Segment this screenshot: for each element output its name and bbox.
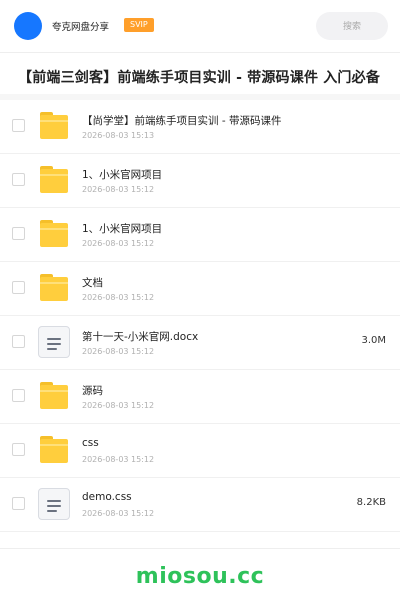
file-name[interactable]: 源码 — [82, 383, 103, 398]
document-icon — [38, 326, 70, 358]
folder-icon — [38, 272, 70, 304]
page-title: 【前端三剑客】前端练手项目实训 - 带源码课件 入门必备 — [18, 70, 381, 86]
folder-icon — [38, 164, 70, 196]
search-button[interactable]: 搜索 — [316, 12, 388, 40]
title-bar: 【前端三剑客】前端练手项目实训 - 带源码课件 入门必备 — [0, 60, 400, 94]
file-row[interactable]: demo.css 2026-08-03 15:12 8.2KB — [0, 478, 400, 532]
file-date: 2026-08-03 15:12 — [82, 347, 155, 356]
file-date: 2026-08-03 15:12 — [82, 401, 155, 410]
header: 夸克网盘分享 SVIP 搜索 — [0, 0, 400, 52]
row-checkbox[interactable] — [12, 443, 25, 456]
row-checkbox[interactable] — [12, 497, 25, 510]
folder-icon — [38, 218, 70, 250]
file-date: 2026-08-03 15:12 — [82, 293, 155, 302]
file-row[interactable]: 1、小米官网项目 2026-08-03 15:12 — [0, 208, 400, 262]
row-checkbox[interactable] — [12, 227, 25, 240]
folder-icon — [38, 110, 70, 142]
file-row[interactable]: 1、小米官网项目 2026-08-03 15:12 — [0, 154, 400, 208]
file-row[interactable]: 文档 2026-08-03 15:12 — [0, 262, 400, 316]
row-checkbox[interactable] — [12, 335, 25, 348]
file-date: 2026-08-03 15:12 — [82, 185, 155, 194]
file-row[interactable]: 源码 2026-08-03 15:12 — [0, 370, 400, 424]
file-name[interactable]: 1、小米官网项目 — [82, 167, 162, 182]
folder-icon — [38, 380, 70, 412]
footer: miosou.cc — [0, 548, 400, 600]
header-divider — [0, 52, 400, 53]
file-name[interactable]: 文档 — [82, 275, 103, 290]
file-name[interactable]: demo.css — [82, 491, 132, 503]
footer-divider — [0, 548, 400, 549]
file-name[interactable]: 【尚学堂】前端练手项目实训 - 带源码课件 — [82, 113, 281, 128]
row-checkbox[interactable] — [12, 389, 25, 402]
file-date: 2026-08-03 15:13 — [82, 131, 155, 140]
row-checkbox[interactable] — [12, 281, 25, 294]
avatar[interactable] — [14, 12, 42, 40]
file-size: 3.0M — [361, 335, 386, 346]
file-name[interactable]: 1、小米官网项目 — [82, 221, 162, 236]
file-name[interactable]: 第十一天-小米官网.docx — [82, 329, 198, 344]
site-name: 夸克网盘分享 — [52, 22, 110, 33]
document-icon — [38, 488, 70, 520]
file-size: 8.2KB — [356, 497, 386, 508]
svip-badge: SVIP — [124, 18, 154, 32]
row-checkbox[interactable] — [12, 119, 25, 132]
file-row[interactable]: 【尚学堂】前端练手项目实训 - 带源码课件 2026-08-03 15:13 — [0, 100, 400, 154]
row-checkbox[interactable] — [12, 173, 25, 186]
folder-icon — [38, 434, 70, 466]
file-date: 2026-08-03 15:12 — [82, 455, 155, 464]
watermark-logo: miosou.cc — [135, 564, 265, 589]
file-list: 【尚学堂】前端练手项目实训 - 带源码课件 2026-08-03 15:13 1、小… — [0, 100, 400, 532]
file-name[interactable]: css — [82, 437, 99, 449]
file-date: 2026-08-03 15:12 — [82, 239, 155, 248]
file-row[interactable]: css 2026-08-03 15:12 — [0, 424, 400, 478]
file-row[interactable]: 第十一天-小米官网.docx 2026-08-03 15:12 3.0M — [0, 316, 400, 370]
file-date: 2026-08-03 15:12 — [82, 509, 155, 518]
